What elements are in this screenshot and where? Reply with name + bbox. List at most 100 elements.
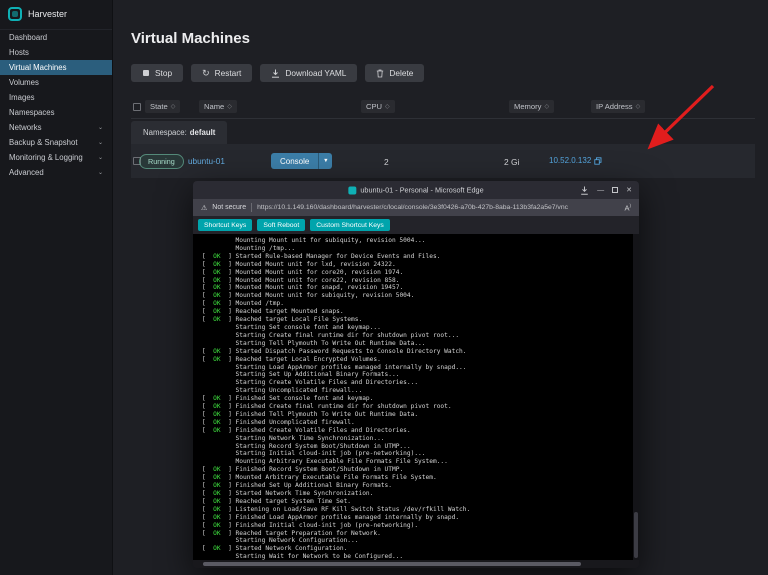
column-header-cpu[interactable]: CPU◇ [361, 100, 395, 113]
sidebar-item-label: Virtual Machines [9, 63, 67, 72]
url-text[interactable]: https://10.1.149.160/dashboard/harvester… [257, 204, 619, 211]
sidebar-item-hosts[interactable]: Hosts [0, 45, 112, 60]
sidebar-item-images[interactable]: Images [0, 90, 112, 105]
column-header-state[interactable]: State◇ [145, 100, 180, 113]
horizontal-scrollbar[interactable] [193, 560, 639, 568]
terminal-line: [ OK ] Finished Initial cloud-init job (… [202, 522, 639, 530]
terminal-line: [ OK ] Started Rule-based Manager for De… [202, 253, 639, 261]
terminal-line: [ OK ] Mounted Mount unit for core20, re… [202, 269, 639, 277]
download-yaml-button[interactable]: Download YAML [260, 64, 357, 82]
sidebar-item-label: Advanced [9, 168, 44, 177]
close-icon[interactable]: ✕ [626, 187, 632, 194]
vnc-terminal[interactable]: Mounting Mount unit for subiquity, revis… [193, 234, 639, 560]
minimize-icon[interactable]: — [597, 187, 604, 194]
table-row: Running ubuntu-01 Console ▼ 2 2 Gi 10.52… [131, 144, 755, 178]
sidebar-item-volumes[interactable]: Volumes [0, 75, 112, 90]
sidebar-item-monitoring-logging[interactable]: Monitoring & Logging⌄ [0, 150, 112, 165]
terminal-line: [ OK ] Finished Set Up Additional Binary… [202, 482, 639, 490]
sidebar-item-networks[interactable]: Networks⌄ [0, 120, 112, 135]
sidebar-item-label: Namespaces [9, 108, 55, 117]
sort-icon: ◇ [636, 103, 641, 110]
button-label: Stop [155, 68, 172, 78]
download-icon [271, 69, 280, 78]
sidebar-item-label: Dashboard [9, 33, 47, 42]
cpu-value: 2 [384, 157, 389, 167]
chevron-down-icon: ⌄ [98, 139, 103, 146]
soft-reboot-button[interactable]: Soft Reboot [257, 219, 305, 231]
restart-button[interactable]: ↻Restart [191, 64, 252, 82]
stop-button[interactable]: Stop [131, 64, 183, 82]
ip-address-link[interactable]: 10.52.0.132 [549, 156, 602, 165]
column-header-ip-address[interactable]: IP Address◇ [591, 100, 645, 113]
terminal-line: [ OK ] Reached target Mounted snaps. [202, 308, 639, 316]
window-titlebar[interactable]: ubuntu-01 - Personal - Microsoft Edge — … [193, 181, 639, 199]
select-all-checkbox[interactable] [133, 103, 141, 111]
sidebar-item-namespaces[interactable]: Namespaces [0, 105, 112, 120]
terminal-line: [ OK ] Reached target System Time Set. [202, 498, 639, 506]
sidebar: Harvester Dashboard Hosts Virtual Machines… [0, 0, 113, 575]
terminal-line: Starting Initial cloud-init job (pre-net… [202, 450, 639, 458]
sidebar-item-dashboard[interactable]: Dashboard [0, 30, 112, 45]
memory-value: 2 Gi [504, 157, 519, 167]
terminal-line: [ OK ] Mounted Arbitrary Executable File… [202, 474, 639, 482]
console-button[interactable]: Console ▼ [271, 153, 332, 169]
copy-icon[interactable] [594, 157, 602, 165]
trash-icon [376, 69, 384, 78]
terminal-line: [ OK ] Mounted Mount unit for core22, re… [202, 277, 639, 285]
tab-favicon-icon [348, 186, 356, 194]
sidebar-item-backup-snapshot[interactable]: Backup & Snapshot ⌄ [0, 135, 112, 150]
vertical-scrollbar[interactable] [633, 234, 639, 560]
table-header: State◇Name◇CPU◇Memory◇IP Address◇ [131, 98, 755, 119]
custom-shortcut-keys-button[interactable]: Custom Shortcut Keys [310, 219, 390, 231]
terminal-line: Starting Load AppArmor profiles managed … [202, 364, 639, 372]
console-button-label[interactable]: Console [271, 153, 318, 169]
terminal-line: Mounting /tmp... [202, 245, 639, 253]
terminal-line: [ OK ] Finished Record System Boot/Shutd… [202, 466, 639, 474]
terminal-line: [ OK ] Mounted Mount unit for subiquity,… [202, 292, 639, 300]
terminal-line: [ OK ] Started Network Configuration. [202, 545, 639, 553]
maximize-icon[interactable] [612, 187, 618, 193]
sort-icon: ◇ [227, 103, 232, 110]
namespace-label: Namespace: [143, 128, 187, 137]
console-toolbar: Shortcut Keys Soft Reboot Custom Shortcut … [193, 216, 639, 234]
terminal-line: [ OK ] Started Network Time Synchronizat… [202, 490, 639, 498]
toolbar: Stop ↻Restart Download YAML Delete [131, 64, 424, 82]
terminal-line: [ OK ] Reached target Local Encrypted Vo… [202, 356, 639, 364]
chevron-down-icon: ⌄ [98, 169, 103, 176]
terminal-line: [ OK ] Reached target Local File Systems… [202, 316, 639, 324]
sidebar-item-virtual-machines[interactable]: Virtual Machines [0, 60, 112, 75]
ip-address-value[interactable]: 10.52.0.132 [549, 156, 591, 165]
delete-button[interactable]: Delete [365, 64, 424, 82]
read-aloud-icon[interactable]: A) [624, 203, 631, 213]
button-label: Download YAML [285, 68, 346, 78]
console-window: ubuntu-01 - Personal - Microsoft Edge — … [193, 181, 639, 568]
horizontal-scrollbar-thumb[interactable] [203, 562, 581, 566]
terminal-line: Starting Record System Boot/Shutdown in … [202, 443, 639, 451]
namespace-group-tab[interactable]: Namespace: default [131, 121, 227, 144]
terminal-line: Starting Set Up Additional Binary Format… [202, 371, 639, 379]
brand: Harvester [0, 0, 112, 30]
column-header-name[interactable]: Name◇ [199, 100, 237, 113]
namespace-value: default [190, 128, 216, 137]
chevron-down-icon[interactable]: ▼ [318, 153, 332, 169]
download-icon[interactable] [580, 186, 589, 195]
address-bar: ⚠ Not secure https://10.1.149.160/dashbo… [193, 199, 639, 216]
sidebar-item-label: Backup & Snapshot [9, 138, 78, 147]
sidebar-item-advanced[interactable]: Advanced ⌄ [0, 165, 112, 180]
sort-icon: ◇ [544, 103, 549, 110]
security-status[interactable]: Not secure [212, 204, 246, 211]
shortcut-keys-button[interactable]: Shortcut Keys [198, 219, 252, 231]
terminal-line: [ OK ] Finished Load AppArmor profiles m… [202, 514, 639, 522]
column-label: Name [204, 102, 224, 111]
terminal-line: Starting Create final runtime dir for sh… [202, 332, 639, 340]
terminal-line: Starting Tell Plymouth To Write Out Runt… [202, 340, 639, 348]
window-title: ubuntu-01 - Personal - Microsoft Edge [348, 186, 483, 195]
vm-name-link[interactable]: ubuntu-01 [188, 157, 225, 166]
terminal-line: [ OK ] Started Dispatch Password Request… [202, 348, 639, 356]
column-header-memory[interactable]: Memory◇ [509, 100, 554, 113]
terminal-line: Starting Uncomplicated firewall... [202, 387, 639, 395]
vertical-scrollbar-thumb[interactable] [634, 512, 638, 558]
terminal-line: [ OK ] Mounted Mount unit for lxd, revis… [202, 261, 639, 269]
terminal-line: [ OK ] Finished Tell Plymouth To Write O… [202, 411, 639, 419]
terminal-line: [ OK ] Finished Create final runtime dir… [202, 403, 639, 411]
